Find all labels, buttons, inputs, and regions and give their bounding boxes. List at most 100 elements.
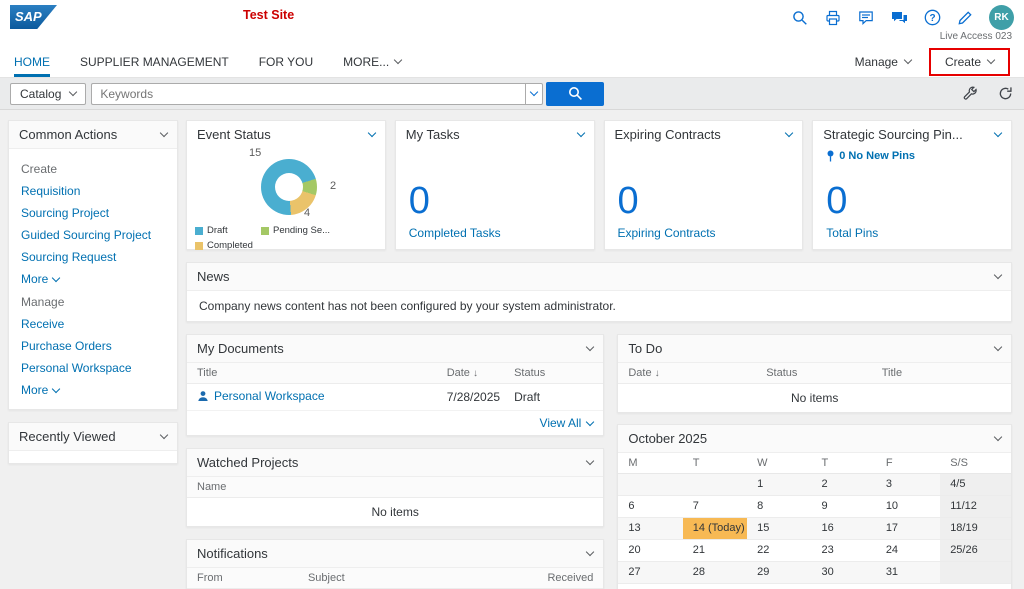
calendar-day[interactable]: 29	[747, 562, 811, 583]
calendar-day[interactable]: 6	[618, 496, 682, 517]
manage-menu-button[interactable]: Manage	[847, 51, 919, 73]
feedback-icon[interactable]	[857, 9, 875, 27]
create-more-link[interactable]: More	[21, 272, 165, 286]
column-status[interactable]: Status	[514, 367, 593, 379]
total-pins-label[interactable]: Total Pins	[826, 226, 998, 240]
calendar-day[interactable]: 16	[811, 518, 875, 539]
calendar-day[interactable]: 8	[747, 496, 811, 517]
search-button[interactable]	[546, 81, 605, 106]
calendar-day[interactable]: 30	[811, 562, 875, 583]
view-all-link[interactable]: View All	[187, 411, 603, 435]
calendar-day[interactable]	[618, 474, 682, 495]
todo-empty-text: No items	[791, 391, 839, 405]
calendar-week-row: 6 7 8 9 10 11/12	[618, 496, 1011, 518]
chevron-down-icon[interactable]	[586, 342, 595, 352]
calendar-day[interactable]	[683, 474, 747, 495]
calendar-day[interactable]: 9	[811, 496, 875, 517]
calendar-day[interactable]: 1	[747, 474, 811, 495]
calendar-day-weekend[interactable]: 18/19	[940, 518, 1011, 539]
chevron-down-icon[interactable]	[993, 342, 1003, 352]
calendar-day[interactable]: 23	[811, 540, 875, 561]
calendar-day[interactable]: 20	[618, 540, 682, 561]
my-tasks-label[interactable]: Completed Tasks	[409, 226, 581, 240]
print-icon[interactable]	[824, 9, 842, 27]
chevron-down-icon[interactable]	[785, 128, 794, 138]
edit-icon[interactable]	[956, 9, 974, 27]
column-subject[interactable]: Subject	[308, 572, 482, 584]
tab-supplier-management[interactable]: SUPPLIER MANAGEMENT	[80, 46, 229, 77]
sidebar-item-requisition[interactable]: Requisition	[21, 184, 165, 198]
chevron-down-icon[interactable]	[586, 456, 595, 466]
column-title[interactable]: Title	[197, 367, 447, 379]
create-button-annotation-box: Create	[928, 47, 1010, 76]
todo-header: To Do	[618, 335, 1011, 363]
calendar-day-today[interactable]: 14 (Today)	[682, 518, 748, 539]
search-suggestions-toggle[interactable]	[525, 82, 544, 105]
column-from[interactable]: From	[197, 572, 308, 584]
tab-home[interactable]: HOME	[14, 46, 50, 77]
calendar-day[interactable]: 24	[876, 540, 940, 561]
calendar-day[interactable]: 7	[683, 496, 747, 517]
calendar-day[interactable]: 27	[618, 562, 682, 583]
sidebar-item-receive[interactable]: Receive	[21, 317, 165, 331]
help-icon[interactable]: ?	[923, 9, 941, 27]
calendar-day[interactable]: 17	[876, 518, 940, 539]
column-date-sorted-desc[interactable]: Date	[628, 367, 766, 379]
customize-wrench-icon[interactable]	[961, 85, 979, 103]
sidebar-item-sourcing-request[interactable]: Sourcing Request	[21, 250, 165, 264]
calendar-day-weekend[interactable]: 4/5	[940, 474, 1011, 495]
sidebar-item-sourcing-project[interactable]: Sourcing Project	[21, 206, 165, 220]
calendar-day[interactable]: 15	[747, 518, 811, 539]
calendar-day[interactable]: 21	[683, 540, 747, 561]
calendar-day-weekend[interactable]: 25/26	[940, 540, 1011, 561]
chevron-down-icon[interactable]	[993, 432, 1003, 442]
tab-for-you[interactable]: FOR YOU	[259, 46, 313, 77]
calendar-day-weekend[interactable]	[940, 562, 1011, 583]
main-panel: Event Status 15 2 4 Draft Pending Se... …	[186, 120, 1012, 589]
chevron-down-icon[interactable]	[993, 270, 1003, 280]
search-input[interactable]	[91, 82, 526, 105]
event-status-tile: Event Status 15 2 4 Draft Pending Se... …	[186, 120, 386, 251]
pin-status-row[interactable]: 0 No New Pins	[826, 150, 915, 162]
calendar-day[interactable]: 2	[811, 474, 875, 495]
document-title: Personal Workspace	[214, 389, 325, 403]
common-actions-card: Common Actions Create Requisition Sourci…	[8, 120, 178, 410]
chevron-down-icon[interactable]	[159, 128, 169, 138]
column-date-sorted-desc[interactable]: Date	[447, 367, 514, 379]
search-icon[interactable]	[791, 9, 809, 27]
column-title[interactable]: Title	[882, 367, 1001, 379]
expiring-contracts-label[interactable]: Expiring Contracts	[618, 226, 790, 240]
catalog-dropdown[interactable]: Catalog	[10, 82, 87, 105]
calendar-day[interactable]: 31	[876, 562, 940, 583]
document-link-personal-workspace[interactable]: Personal Workspace	[197, 389, 325, 403]
chevron-down-icon[interactable]	[586, 547, 595, 557]
chevron-down-icon[interactable]	[159, 430, 169, 440]
calendar-day[interactable]: 22	[747, 540, 811, 561]
refresh-icon[interactable]	[996, 85, 1014, 103]
calendar-day[interactable]: 13	[618, 518, 682, 539]
sidebar-item-guided-sourcing-project[interactable]: Guided Sourcing Project	[21, 228, 165, 242]
left-column: My Documents Title Date Status Personal …	[186, 334, 605, 589]
sap-logo[interactable]: SAP	[10, 5, 57, 29]
chevron-down-icon[interactable]	[367, 128, 376, 138]
sidebar-item-purchase-orders[interactable]: Purchase Orders	[21, 339, 165, 353]
chevron-down-icon[interactable]	[993, 128, 1003, 138]
create-menu-button[interactable]: Create	[937, 51, 1002, 73]
todo-this-week-link[interactable]: To Do This Week	[618, 584, 1011, 589]
event-status-chart: 15 2 4 Draft Pending Se... Completed	[187, 147, 385, 251]
column-received[interactable]: Received	[482, 572, 593, 584]
column-status[interactable]: Status	[766, 367, 882, 379]
calendar-day[interactable]: 10	[876, 496, 940, 517]
avatar[interactable]: RK	[989, 5, 1014, 30]
calendar-day[interactable]: 28	[683, 562, 747, 583]
calendar-day[interactable]: 3	[876, 474, 940, 495]
main-nav: HOME SUPPLIER MANAGEMENT FOR YOU MORE...…	[0, 46, 1024, 78]
chevron-down-icon[interactable]	[576, 128, 585, 138]
catalog-dropdown-label: Catalog	[20, 86, 62, 101]
manage-more-link[interactable]: More	[21, 383, 165, 397]
calendar-day-weekend[interactable]: 11/12	[940, 496, 1011, 517]
sidebar-item-personal-workspace[interactable]: Personal Workspace	[21, 361, 165, 375]
tab-more[interactable]: MORE...	[343, 46, 403, 77]
column-name[interactable]: Name	[197, 481, 232, 493]
chat-icon[interactable]	[890, 9, 908, 27]
